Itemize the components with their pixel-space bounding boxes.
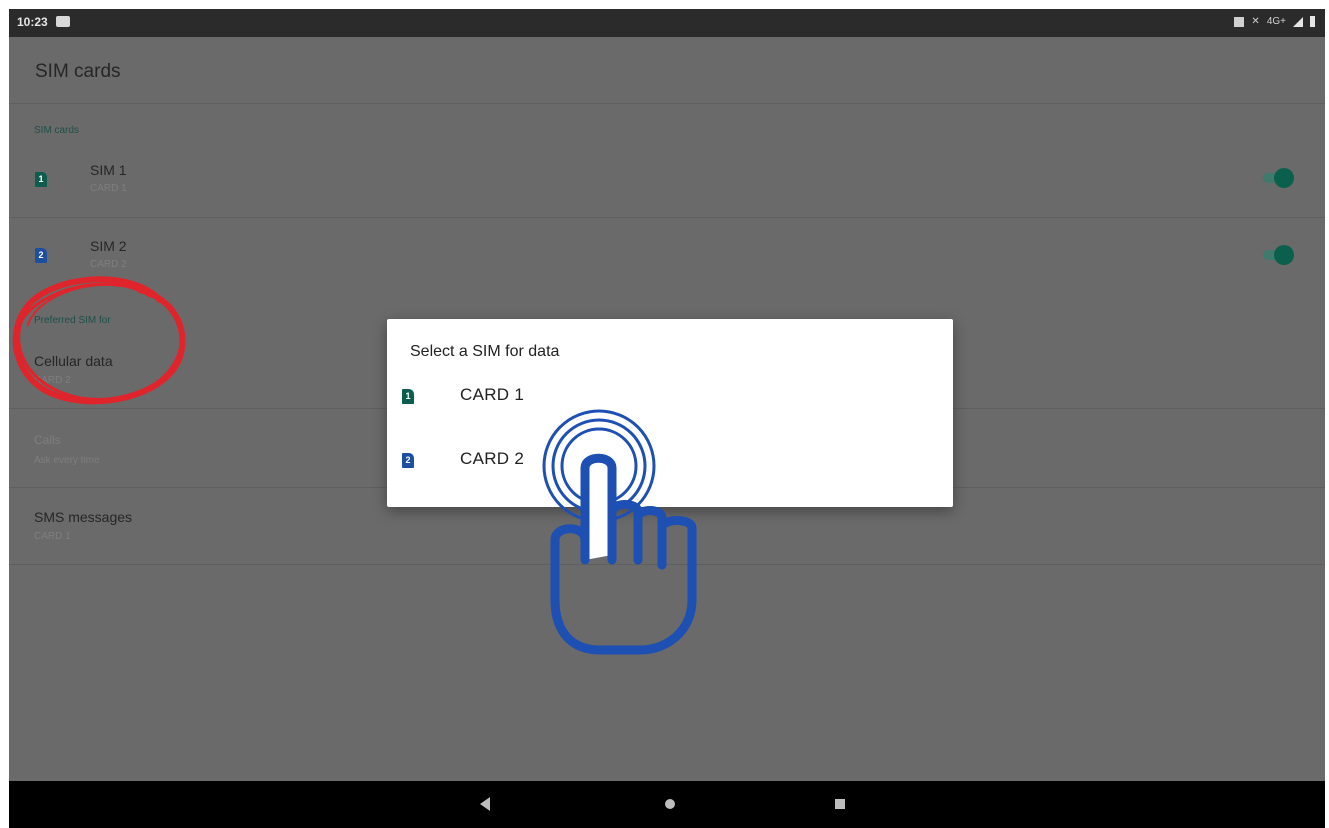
battery-icon <box>1310 16 1315 27</box>
sim-title: SIM 2 <box>90 238 127 254</box>
sim-card-icon: 1 <box>402 389 414 404</box>
section-header-preferred-sim: Preferred SIM for <box>34 315 111 326</box>
gallery-icon <box>56 16 70 27</box>
mute-icon: ✕ <box>1251 16 1260 27</box>
network-type-label: 4G+ <box>1266 16 1286 27</box>
status-time: 10:23 <box>17 15 48 29</box>
home-icon[interactable] <box>665 799 675 809</box>
sim-1-toggle[interactable] <box>1263 168 1294 188</box>
calls-value: Ask every time <box>34 455 100 466</box>
cellular-data-title: Cellular data <box>34 353 113 369</box>
sim-subtitle: CARD 2 <box>90 259 127 270</box>
row-divider <box>9 564 1325 565</box>
back-icon[interactable] <box>480 797 490 811</box>
calls-title: Calls <box>34 433 61 447</box>
option-label: CARD 2 <box>460 449 525 468</box>
sim-card-icon: 2 <box>35 248 47 263</box>
dialog-option-card-2[interactable]: 2 CARD 2 <box>387 433 953 489</box>
page-title: SIM cards <box>35 61 121 82</box>
status-bar: 10:23 ✕ 4G+ <box>9 9 1325 37</box>
screenshot-icon <box>1234 16 1245 27</box>
sms-value: CARD 1 <box>34 531 71 542</box>
sim-2-toggle[interactable] <box>1263 245 1294 265</box>
row-divider <box>9 217 1325 218</box>
sms-title: SMS messages <box>34 509 133 525</box>
sim-card-icon: 2 <box>402 453 414 468</box>
sim-subtitle: CARD 1 <box>90 183 127 194</box>
signal-icon <box>1293 16 1303 27</box>
section-header-sim-cards: SIM cards <box>34 125 80 136</box>
select-sim-dialog: Select a SIM for data 1 CARD 1 2 CARD 2 <box>387 319 953 507</box>
cellular-data-value: CARD 2 <box>34 375 71 386</box>
header-divider <box>9 103 1325 104</box>
dialog-title: Select a SIM for data <box>410 343 560 360</box>
status-icons: ✕ 4G+ <box>1234 16 1315 27</box>
android-screen: 10:23 ✕ 4G+ SIM cards SIM cards 1 SIM 1 … <box>9 9 1325 828</box>
sim-title: SIM 1 <box>90 162 127 178</box>
sim-card-icon: 1 <box>35 172 47 187</box>
recents-icon[interactable] <box>835 799 845 809</box>
navigation-bar <box>9 781 1325 828</box>
option-label: CARD 1 <box>460 385 525 404</box>
dialog-option-card-1[interactable]: 1 CARD 1 <box>387 369 953 425</box>
